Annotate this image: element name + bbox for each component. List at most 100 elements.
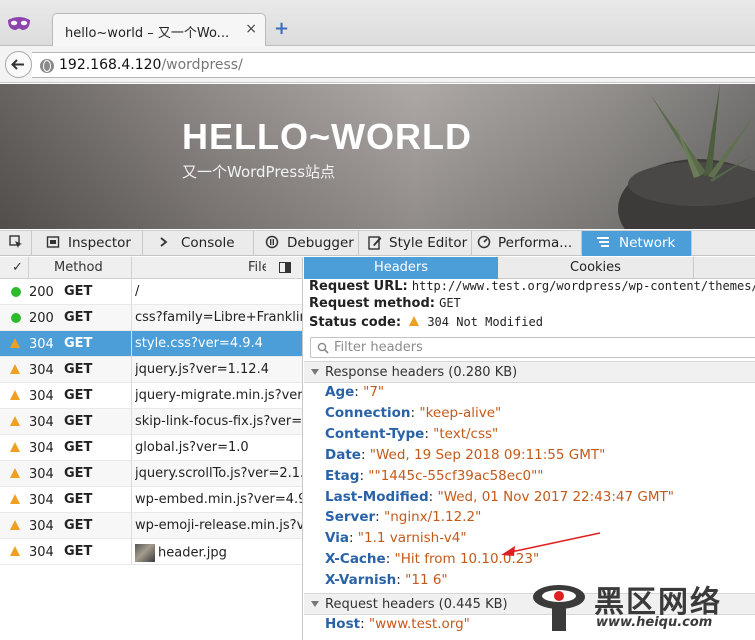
header-row[interactable]: Age: "7" xyxy=(325,384,384,400)
header-name: Host xyxy=(325,616,361,632)
tab-console[interactable]: Console xyxy=(143,231,254,256)
browser-tab-strip: hello~world – 又一个Wo... × + xyxy=(0,0,755,47)
status-code-label: Status code: xyxy=(309,315,402,330)
request-file-cell: css?family=Libre+Franklin xyxy=(135,310,302,325)
request-url-row: Request URL: http://www.test.org/wordpre… xyxy=(309,279,755,294)
column-status-check[interactable]: ✓ xyxy=(12,260,23,275)
back-button[interactable] xyxy=(5,51,32,78)
arrow-left-icon xyxy=(11,59,24,70)
tab-performance-label: Performa... xyxy=(498,235,573,251)
column-method[interactable]: Method xyxy=(54,260,103,275)
request-file-cell: header.jpg xyxy=(135,544,302,562)
site-title[interactable]: HELLO~WORLD xyxy=(182,116,472,158)
request-row[interactable]: 304 GET wp-embed.min.js?ver=4.9.4 xyxy=(0,487,302,513)
request-row[interactable]: 304 GET skip-link-focus-fix.js?ver=1 xyxy=(0,409,303,435)
header-row[interactable]: Connection: "keep-alive" xyxy=(325,405,501,421)
request-file: global.js?ver=1.0 xyxy=(135,440,249,455)
plant-image xyxy=(618,84,755,229)
pick-element-button[interactable] xyxy=(0,231,32,256)
tab-console-label: Console xyxy=(181,235,235,251)
tab-performance[interactable]: Performa... xyxy=(472,231,582,256)
header-row[interactable]: Via: "1.1 varnish-v4" xyxy=(325,530,467,546)
request-row[interactable]: 200 GET css?family=Libre+Franklin xyxy=(0,305,302,331)
column-divider xyxy=(131,331,132,357)
filter-placeholder: Filter headers xyxy=(334,340,423,355)
request-status: 200 xyxy=(29,311,54,326)
tab-style-editor[interactable]: Style Editor xyxy=(359,231,472,256)
request-status: 304 xyxy=(29,363,54,378)
browser-tab[interactable]: hello~world – 又一个Wo... × xyxy=(52,13,266,47)
request-method: GET xyxy=(64,362,93,377)
column-file[interactable]: File xyxy=(248,260,266,275)
request-method: GET xyxy=(64,544,93,559)
request-method-label: Request method: xyxy=(309,296,435,311)
request-method: GET xyxy=(64,310,93,325)
request-status: 304 xyxy=(29,441,54,456)
watermark: 黑区网络 www.heiqu.com xyxy=(528,575,755,640)
devtools-toolbar: Inspector Console Debugger Style Editor xyxy=(0,230,755,256)
column-divider xyxy=(131,383,132,409)
header-row[interactable]: Content-Type: "text/css" xyxy=(325,426,498,442)
request-file: skip-link-focus-fix.js?ver=1 xyxy=(135,414,303,429)
request-url-label: Request URL: xyxy=(309,279,408,294)
tab-debugger[interactable]: Debugger xyxy=(254,231,359,256)
collapse-arrow-icon xyxy=(311,369,319,375)
request-method: GET xyxy=(64,466,93,481)
header-row[interactable]: Server: "nginx/1.12.2" xyxy=(325,509,481,525)
header-name: Etag xyxy=(325,467,360,484)
request-row[interactable]: 304 GET style.css?ver=4.9.4 xyxy=(0,331,302,357)
request-method-value: GET xyxy=(439,296,461,310)
toggle-sidebar-icon[interactable] xyxy=(279,262,291,273)
request-row[interactable]: 200 GET / xyxy=(0,279,302,305)
request-method: GET xyxy=(64,440,93,455)
close-tab-icon[interactable]: × xyxy=(245,21,257,37)
request-method: GET xyxy=(64,518,93,533)
column-divider xyxy=(131,257,132,279)
request-file: header.jpg xyxy=(158,545,227,561)
request-status: 200 xyxy=(29,285,54,300)
header-value: "Wed, 19 Sep 2018 09:11:55 GMT" xyxy=(369,446,606,463)
request-file-cell: jquery-migrate.min.js?ver=1 xyxy=(135,388,303,403)
request-file: jquery-migrate.min.js?ver=1 xyxy=(135,388,303,403)
header-row[interactable]: Etag: ""1445c-55cf39ac58ec0"" xyxy=(325,468,544,484)
header-separator: : xyxy=(385,551,395,568)
status-cached-triangle-icon xyxy=(10,416,20,426)
header-row[interactable]: Host: "www.test.org" xyxy=(325,616,470,632)
header-name: Age xyxy=(325,384,355,400)
header-row[interactable]: Date: "Wed, 19 Sep 2018 09:11:55 GMT" xyxy=(325,447,605,463)
header-row[interactable]: Last-Modified: "Wed, 01 Nov 2017 22:43:4… xyxy=(325,489,674,505)
new-tab-button[interactable]: + xyxy=(274,18,289,39)
watermark-url: www.heiqu.com xyxy=(596,615,713,630)
private-mask-icon[interactable] xyxy=(6,14,32,34)
column-divider xyxy=(131,279,132,305)
request-row[interactable]: 304 GET jquery.js?ver=1.12.4 xyxy=(0,357,302,383)
request-status: 304 xyxy=(29,545,54,560)
header-separator: : xyxy=(396,572,406,589)
header-row[interactable]: X-Varnish: "11 6" xyxy=(325,572,448,588)
column-divider xyxy=(28,257,29,279)
filter-headers-input[interactable]: Filter headers xyxy=(310,337,755,358)
status-cached-triangle-icon xyxy=(10,442,20,452)
site-description: 又一个WordPress站点 xyxy=(182,163,336,181)
header-separator: : xyxy=(360,446,370,463)
tab-network[interactable]: Network xyxy=(582,231,692,256)
request-row[interactable]: 304 GET global.js?ver=1.0 xyxy=(0,435,302,461)
warning-triangle-icon xyxy=(409,316,420,326)
response-headers-section[interactable]: Response headers (0.280 KB) xyxy=(304,361,755,383)
request-row[interactable]: 304 GET jquery-migrate.min.js?ver=1 xyxy=(0,383,303,409)
url-field[interactable]: 192.168.4.120/wordpress/ xyxy=(32,52,755,78)
tab-title: hello~world – 又一个Wo... xyxy=(65,26,230,41)
request-row[interactable]: 304 GET jquery.scrollTo.js?ver=2.1.2 xyxy=(0,461,302,487)
request-row[interactable]: 304 GET header.jpg xyxy=(0,539,302,565)
tab-headers[interactable]: Headers xyxy=(304,257,498,279)
screenshot-root: hello~world – 又一个Wo... × + 192.168.4.120… xyxy=(0,0,755,640)
tab-style-editor-label: Style Editor xyxy=(389,235,468,251)
request-status: 304 xyxy=(29,337,54,352)
tab-inspector[interactable]: Inspector xyxy=(32,231,143,256)
request-row[interactable]: 304 GET wp-emoji-release.min.js?ver xyxy=(0,513,302,539)
request-file-cell: jquery.scrollTo.js?ver=2.1.2 xyxy=(135,466,302,481)
status-cached-triangle-icon xyxy=(10,390,20,400)
column-divider xyxy=(131,305,132,331)
header-separator: : xyxy=(375,509,384,526)
tab-cookies[interactable]: Cookies xyxy=(498,257,694,279)
